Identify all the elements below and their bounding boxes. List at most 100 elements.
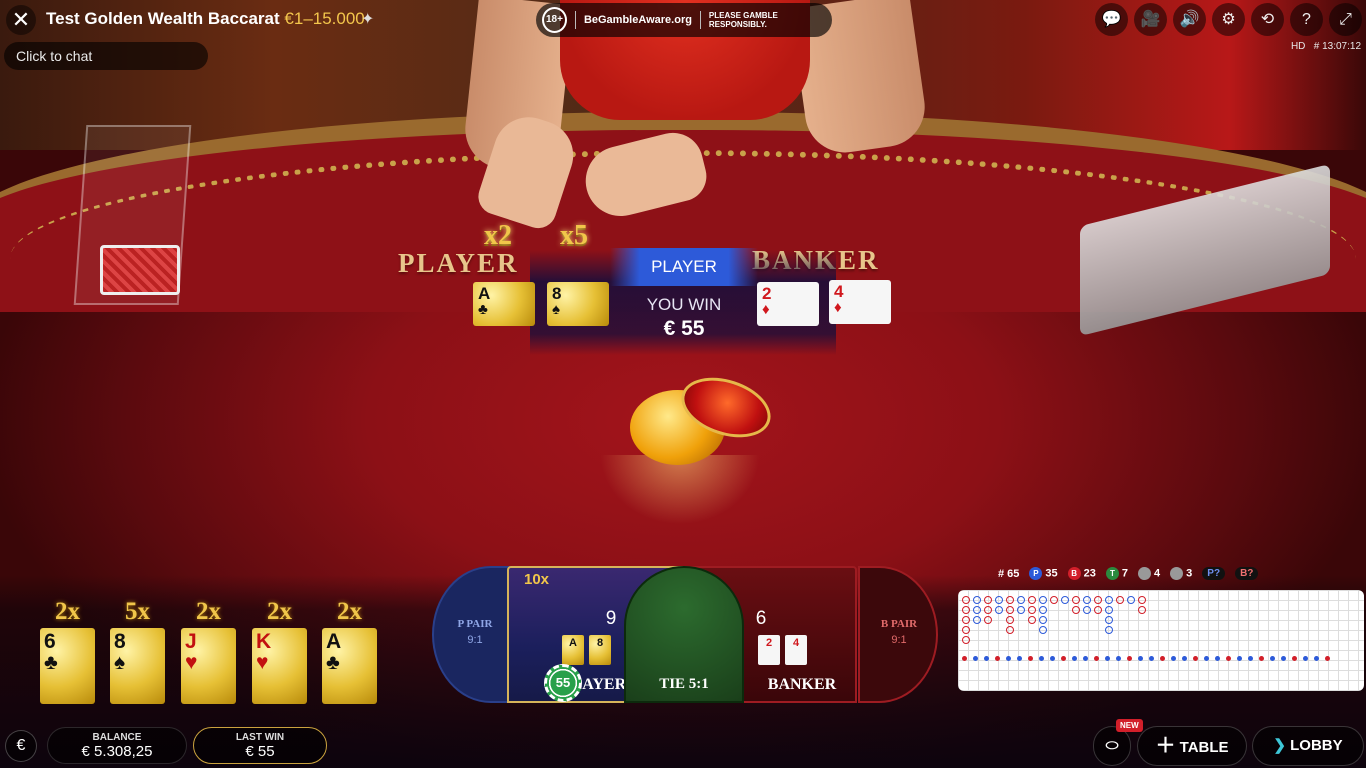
roadmap-bead-small: [1006, 656, 1011, 661]
result-message: YOU WIN: [646, 295, 722, 314]
roadmap-bead: [962, 606, 970, 614]
banker-score: 6: [755, 608, 767, 629]
roadmap-bead-small: [1248, 656, 1253, 661]
roadmap-bead: [1039, 626, 1047, 634]
card-suit: ♣: [326, 651, 340, 674]
video-camera-icon[interactable]: 🎥: [1134, 3, 1167, 36]
roadmap-bead: [962, 626, 970, 634]
bet-chip[interactable]: 55: [544, 664, 582, 702]
roadmap-bead: [1028, 606, 1036, 614]
roadmap-bead: [1083, 606, 1091, 614]
card-rank: K: [256, 630, 272, 653]
golden-card: K ♥: [252, 628, 307, 704]
roadmap-bead-small: [1039, 656, 1044, 661]
roadmap-bead: [1039, 606, 1047, 614]
lobby-icon: ❯: [1273, 737, 1286, 754]
scoreboard-roadmap[interactable]: [958, 590, 1364, 691]
roadmap-bead: [1138, 596, 1146, 604]
roadmap-bead: [984, 596, 992, 604]
p-pair-count: 4: [1138, 567, 1160, 580]
currency-icon[interactable]: €: [5, 730, 37, 762]
golden-card-mult: 2x: [267, 598, 292, 625]
roadmap-bead: [1072, 606, 1080, 614]
balance-value: € 5.308,25: [81, 743, 153, 760]
roadmap-bead-small: [1138, 656, 1143, 661]
roadmap-bead-small: [1116, 656, 1121, 661]
card-rank: 8: [114, 630, 126, 653]
quality-badge[interactable]: HD: [1291, 41, 1305, 52]
history-icon[interactable]: ⟲: [1251, 3, 1284, 36]
help-icon[interactable]: ?: [1290, 3, 1323, 36]
golden-card-mult: 2x: [196, 598, 221, 625]
result-amount: € 55: [663, 317, 705, 340]
discard-deck: [100, 245, 180, 295]
last-win-display: LAST WIN € 55: [193, 727, 327, 764]
player-multiplier-2: x5: [560, 220, 588, 251]
roadmap-bead: [1017, 596, 1025, 604]
multi-table-icon[interactable]: ⬭: [1093, 726, 1131, 766]
roadmap-bead: [1083, 596, 1091, 604]
last-win-label: LAST WIN: [235, 732, 285, 743]
sound-icon[interactable]: 🔊: [1173, 3, 1206, 36]
roadmap-bead-small: [1314, 656, 1319, 661]
roadmap-bead: [1116, 596, 1124, 604]
roadmap-bead: [1028, 616, 1036, 624]
roadmap-bead-small: [1028, 656, 1033, 661]
banker-predict-button[interactable]: B?: [1235, 567, 1259, 580]
card-suit: ♦: [834, 299, 842, 316]
table-button[interactable]: ＋ TABLE: [1137, 726, 1247, 766]
result-winner: PLAYER: [610, 248, 758, 286]
responsible-gambling-bar[interactable]: 18+ BeGambleAware.org PLEASE GAMBLE RESP…: [536, 3, 832, 37]
p-pair-label: P PAIR: [457, 618, 493, 630]
lobby-button[interactable]: ❯ LOBBY: [1252, 726, 1364, 766]
roadmap-bead-small: [1127, 656, 1132, 661]
tie-wins: T7: [1105, 567, 1128, 580]
roadmap-bead-small: [1259, 656, 1264, 661]
roadmap-bead: [1127, 596, 1135, 604]
close-icon[interactable]: ✕: [6, 5, 36, 35]
chat-bubbles-icon[interactable]: 💬: [1095, 3, 1128, 36]
roadmap-bead: [1017, 606, 1025, 614]
game-name: Test Golden Wealth Baccarat: [46, 9, 280, 28]
roadmap-bead: [1006, 626, 1014, 634]
table-player-label: PLAYER: [398, 248, 519, 278]
roadmap-bead-small: [995, 656, 1000, 661]
b-pair-odds: 9:1: [891, 634, 907, 646]
pin-icon[interactable]: ✦: [361, 9, 374, 29]
p-pair-value: 4: [1154, 567, 1161, 580]
player-predict-button[interactable]: P?: [1202, 567, 1226, 580]
gear-icon[interactable]: ⚙: [1212, 3, 1245, 36]
bet-limits[interactable]: €1–15.000: [284, 9, 364, 28]
roadmap-bead: [1094, 606, 1102, 614]
roadmap-bead: [973, 596, 981, 604]
player-wins-value: 35: [1045, 567, 1058, 580]
roadmap-bead-small: [1094, 656, 1099, 661]
player-dot-icon: P: [1029, 567, 1043, 580]
roadmap-bead: [1061, 596, 1069, 604]
player-card-1: A ♣: [473, 282, 535, 326]
balance-display: BALANCE € 5.308,25: [47, 727, 187, 764]
banker-card-2: 4 ♦: [829, 280, 891, 324]
roadmap-bead: [1138, 606, 1146, 614]
chat-input[interactable]: Click to chat: [4, 42, 208, 70]
roadmap-bead: [962, 616, 970, 624]
banker-bet-label: BANKER: [767, 676, 837, 693]
card-suit: ♦: [762, 301, 770, 318]
roadmap-bead: [1028, 596, 1036, 604]
banker-mini-card: 4: [785, 635, 807, 665]
b-pair-label: B PAIR: [880, 618, 918, 630]
player-mini-card: 8: [589, 635, 611, 665]
roadmap-bead-small: [1237, 656, 1242, 661]
game-id: # 13:07:12: [1313, 41, 1361, 52]
b-pair-value: 3: [1186, 567, 1193, 580]
roadmap-bead: [1039, 616, 1047, 624]
tie-bet-spot[interactable]: TIE 5:1: [624, 566, 744, 703]
banker-wins: B 23: [1067, 567, 1096, 580]
golden-card: 6 ♣: [40, 628, 95, 704]
game-title: Test Golden Wealth Baccarat €1–15.000: [46, 9, 365, 29]
card-suit: ♥: [256, 651, 269, 674]
card-rank: J: [185, 630, 197, 653]
fullscreen-icon[interactable]: ⤢: [1329, 3, 1362, 36]
divider: [699, 11, 701, 29]
roadmap-bead-small: [1017, 656, 1022, 661]
